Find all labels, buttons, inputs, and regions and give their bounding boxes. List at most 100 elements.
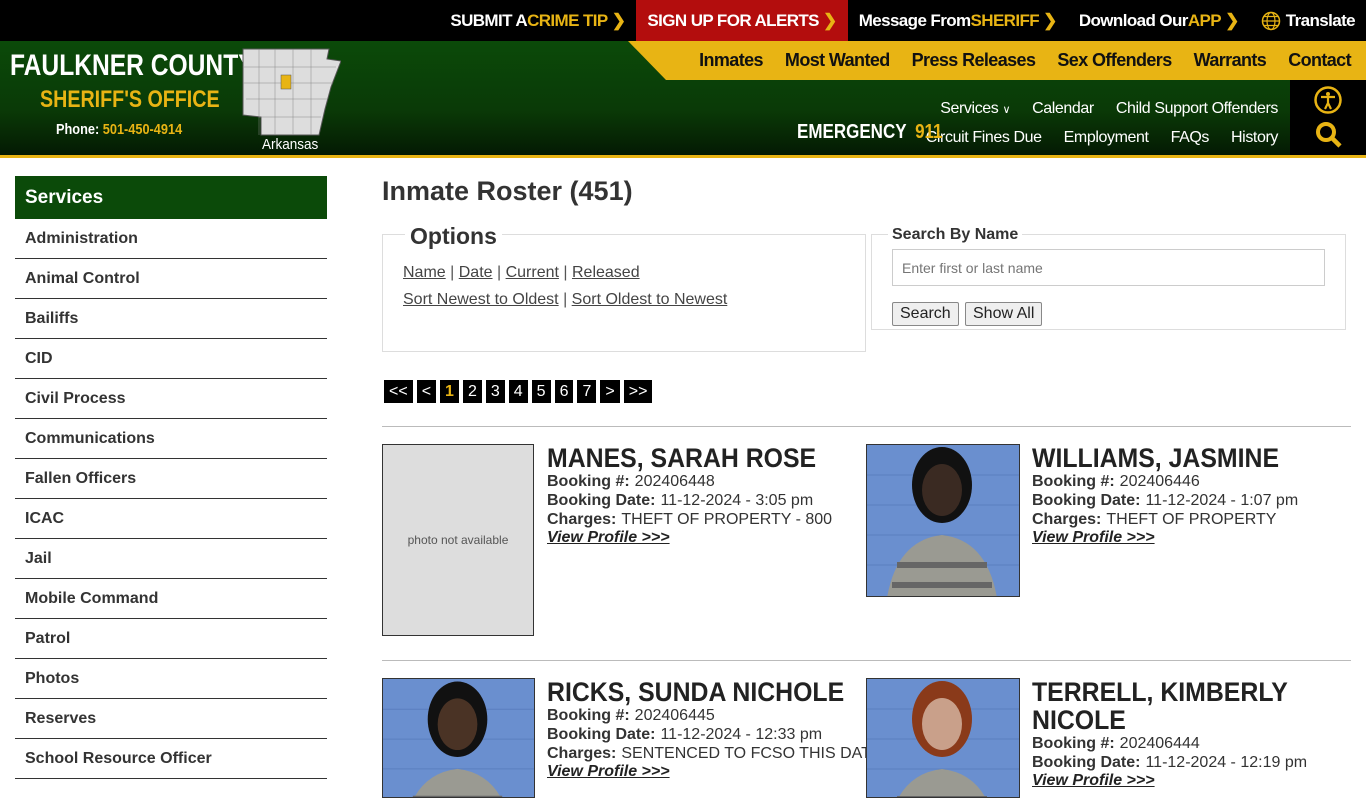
divider <box>382 660 1351 661</box>
inmate-photo[interactable] <box>866 444 1020 597</box>
search-button[interactable]: Search <box>892 302 959 326</box>
booking-date: Booking Date: 11-12-2024 - 12:33 pm <box>547 725 862 744</box>
logo-county[interactable]: FAULKNER COUNTY <box>10 49 255 83</box>
inmate-photo[interactable] <box>382 678 535 798</box>
filter-current[interactable]: Current <box>506 264 559 281</box>
sidebar-item-bailiffs[interactable]: Bailiffs <box>15 299 327 339</box>
sort-links: Sort Newest to Oldest | Sort Oldest to N… <box>403 291 728 308</box>
filter-date[interactable]: Date <box>459 264 493 281</box>
phone-label: Phone: <box>56 121 100 138</box>
page-link[interactable]: < <box>416 380 437 403</box>
globe-icon <box>1261 11 1280 30</box>
view-profile-link[interactable]: View Profile >>> <box>547 763 670 780</box>
inmate-name[interactable]: WILLIAMS, JASMINE <box>1032 444 1322 472</box>
mugshot-image <box>383 681 534 797</box>
page-link[interactable]: 1 <box>440 380 459 403</box>
booking-number: Booking #: 202406445 <box>547 706 862 725</box>
nav-press-releases[interactable]: Press Releases <box>901 50 1047 71</box>
download-app-link[interactable]: Download Our APP ❯ <box>1068 0 1250 41</box>
nav-services[interactable]: Services ∨ <box>940 100 1010 118</box>
sidebar-item-administration[interactable]: Administration <box>15 219 327 259</box>
emergency-number[interactable]: 911 <box>915 121 942 143</box>
inmate-name[interactable]: RICKS, SUNDA NICHOLE <box>547 678 844 706</box>
booking-number: Booking #: 202406444 <box>1032 734 1347 753</box>
nav-calendar[interactable]: Calendar <box>1032 100 1094 118</box>
inmate-name[interactable]: MANES, SARAH ROSE <box>547 444 837 472</box>
view-profile-link[interactable]: View Profile >>> <box>1032 529 1155 546</box>
nav-sex-offenders[interactable]: Sex Offenders <box>1046 50 1182 71</box>
charges: Charges: THEFT OF PROPERTY <box>1032 510 1347 529</box>
booking-date-value: 11-12-2024 - 12:33 pm <box>660 726 823 743</box>
nav-most-wanted[interactable]: Most Wanted <box>774 50 901 71</box>
booking-number: Booking #: 202406446 <box>1032 472 1347 491</box>
page-link[interactable]: > <box>600 380 620 403</box>
page-title: Inmate Roster (451) <box>382 176 633 206</box>
sidebar-item-school-resource-officer[interactable]: School Resource Officer <box>15 739 327 779</box>
sidebar-item-photos[interactable]: Photos <box>15 659 327 699</box>
map-label: Arkansas <box>262 136 319 153</box>
inmate-name[interactable]: TERRELL, KIMBERLY NICOLE <box>1032 678 1308 734</box>
page-link[interactable]: 2 <box>462 380 482 403</box>
sidebar-item-fallen-officers[interactable]: Fallen Officers <box>15 459 327 499</box>
sidebar-item-animal-control[interactable]: Animal Control <box>15 259 327 299</box>
logo-office[interactable]: SHERIFF'S OFFICE <box>40 86 220 114</box>
phone: Phone: 501-450-4914 <box>56 121 182 138</box>
emergency: EMERGENCY 911 <box>797 121 942 144</box>
name-search-input[interactable] <box>892 249 1325 286</box>
sidebar-item-icac[interactable]: ICAC <box>15 499 327 539</box>
inmate-photo[interactable] <box>866 678 1020 798</box>
phone-number[interactable]: 501-450-4914 <box>103 121 182 138</box>
nav-inmates[interactable]: Inmates <box>688 50 774 71</box>
view-profile-link[interactable]: View Profile >>> <box>547 529 670 546</box>
page-link[interactable]: 5 <box>531 380 551 403</box>
nav-history[interactable]: History <box>1231 129 1278 147</box>
show-all-button[interactable]: Show All <box>965 302 1043 326</box>
page-link[interactable]: >> <box>623 380 653 403</box>
page-link[interactable]: 6 <box>554 380 574 403</box>
search-icon[interactable] <box>1315 121 1343 149</box>
sidebar-item-civil-process[interactable]: Civil Process <box>15 379 327 419</box>
sort-newest[interactable]: Sort Newest to Oldest <box>403 291 559 308</box>
crime-tip-link[interactable]: SUBMIT A CRIME TIP ❯ <box>439 0 636 41</box>
filter-released[interactable]: Released <box>572 264 640 281</box>
utility-icons <box>1290 80 1366 155</box>
page-link[interactable]: 4 <box>508 380 528 403</box>
chevron-right-icon: ❯ <box>607 10 626 30</box>
nav-warrants[interactable]: Warrants <box>1183 50 1278 71</box>
nav-employment[interactable]: Employment <box>1064 129 1149 147</box>
sort-oldest[interactable]: Sort Oldest to Newest <box>572 291 728 308</box>
page-link[interactable]: 3 <box>485 380 505 403</box>
booking-date-label: Booking Date: <box>547 492 656 509</box>
charges-label: Charges: <box>547 745 617 762</box>
nav-contact[interactable]: Contact <box>1277 50 1362 71</box>
sidebar-item-mobile-command[interactable]: Mobile Command <box>15 579 327 619</box>
nav-faqs[interactable]: FAQs <box>1171 129 1210 147</box>
inmate-photo[interactable]: photo not available <box>382 444 534 636</box>
filter-name[interactable]: Name <box>403 264 446 281</box>
sidebar-item-patrol[interactable]: Patrol <box>15 619 327 659</box>
translate-button[interactable]: Translate <box>1250 0 1366 41</box>
filter-links: Name | Date | Current | Released <box>403 264 640 281</box>
booking-number-value: 202406444 <box>1119 735 1200 752</box>
view-profile-link[interactable]: View Profile >>> <box>1032 772 1155 789</box>
sidebar-item-communications[interactable]: Communications <box>15 419 327 459</box>
sign-up-alerts-link[interactable]: SIGN UP FOR ALERTS ❯ <box>636 0 848 41</box>
sidebar-item-jail[interactable]: Jail <box>15 539 327 579</box>
chevron-right-icon: ❯ <box>818 10 837 30</box>
charges-label: Charges: <box>1032 511 1102 528</box>
sidebar-item-reserves[interactable]: Reserves <box>15 699 327 739</box>
inmate-card: TERRELL, KIMBERLY NICOLE Booking #: 202406… <box>1032 678 1347 790</box>
page-link[interactable]: 7 <box>577 380 597 403</box>
top-bar: SUBMIT A CRIME TIP ❯ SIGN UP FOR ALERTS … <box>0 0 1366 41</box>
nav-child-support[interactable]: Child Support Offenders <box>1116 100 1279 118</box>
booking-number-label: Booking #: <box>1032 735 1115 752</box>
message-sheriff-link[interactable]: Message From SHERIFF ❯ <box>848 0 1068 41</box>
booking-number-label: Booking #: <box>1032 473 1115 490</box>
booking-number-label: Booking #: <box>547 473 630 490</box>
accessibility-icon[interactable] <box>1314 86 1342 114</box>
sidebar-item-cid[interactable]: CID <box>15 339 327 379</box>
booking-date-label: Booking Date: <box>1032 492 1141 509</box>
page-link[interactable]: << <box>384 380 413 403</box>
nav-circuit-fines[interactable]: Circuit Fines Due <box>926 129 1042 147</box>
pagination: << <1 2 3 4 5 6 7 > >> <box>384 380 656 403</box>
